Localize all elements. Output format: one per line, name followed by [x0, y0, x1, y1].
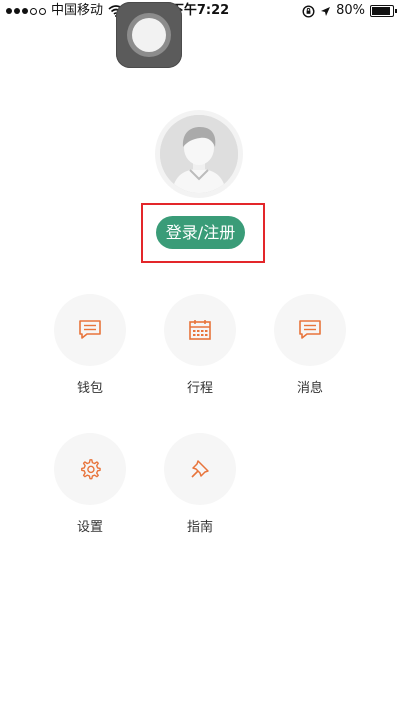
gear-icon — [81, 459, 101, 480]
menu-item-label: 钱包 — [76, 381, 103, 396]
location-icon — [321, 6, 331, 16]
orientation-lock-icon — [302, 4, 315, 18]
menu-item-label: 行程 — [186, 381, 213, 396]
calendar-icon — [189, 320, 211, 340]
login-register-button[interactable]: 登录/注册 — [156, 216, 245, 249]
menu-item-trips[interactable]: 行程 — [162, 294, 238, 396]
menu-item-wallet[interactable]: 钱包 — [52, 294, 128, 396]
battery-percent: 80% — [336, 3, 365, 18]
pin-icon — [191, 460, 209, 478]
menu-item-label: 设置 — [76, 520, 103, 535]
default-user-icon — [160, 115, 238, 193]
menu-item-settings[interactable]: 设置 — [52, 433, 128, 535]
avatar[interactable] — [155, 110, 243, 198]
chat-icon — [79, 320, 101, 339]
battery-icon — [370, 5, 397, 17]
assistive-touch-button[interactable] — [116, 2, 182, 68]
message-icon — [299, 320, 321, 339]
menu-item-messages[interactable]: 消息 — [272, 294, 348, 396]
menu-item-label: 消息 — [296, 381, 323, 396]
menu-item-label: 指南 — [186, 520, 213, 535]
status-bar: 中国移动 下午7:22 80% — [0, 0, 400, 22]
menu-item-guide[interactable]: 指南 — [162, 433, 238, 535]
